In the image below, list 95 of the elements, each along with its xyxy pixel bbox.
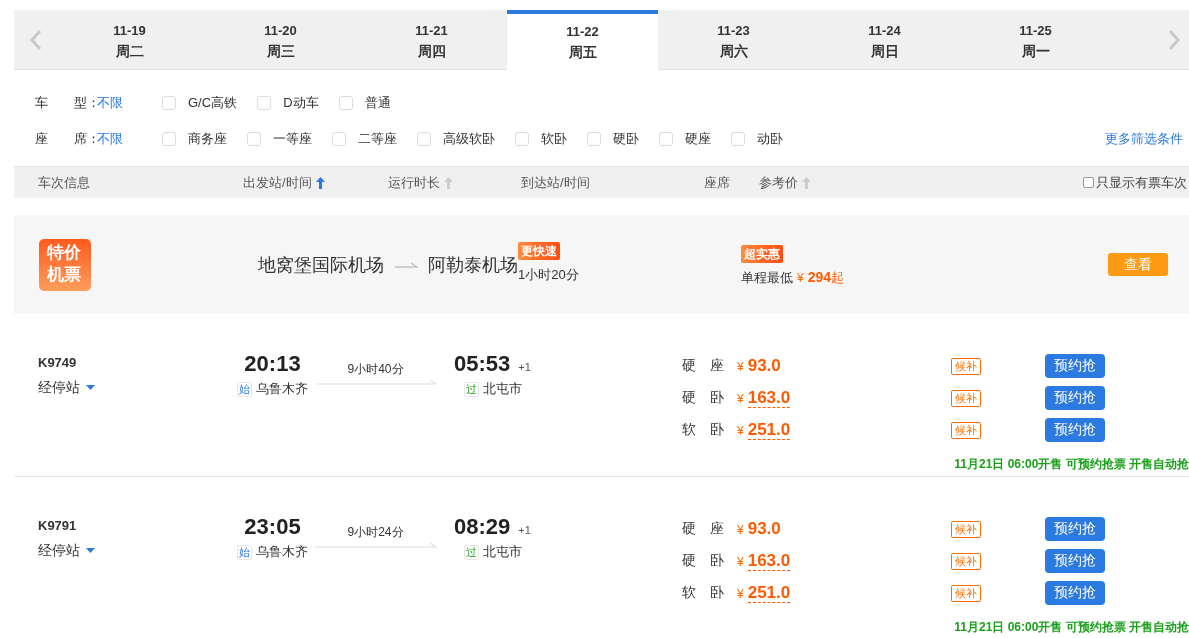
reserve-button[interactable]: 预约抢 bbox=[1045, 549, 1105, 573]
seat-type: 硬 卧 bbox=[682, 552, 725, 570]
price: 294 bbox=[807, 268, 832, 285]
date-tab[interactable]: 11-21 周四 bbox=[356, 10, 507, 69]
filter-label: 座 席： bbox=[35, 130, 97, 148]
price-label: 单程最低 bbox=[741, 268, 793, 287]
column-header[interactable]: 出发站/时间 bbox=[243, 173, 312, 192]
date-tab[interactable]: 11-20 周三 bbox=[205, 10, 356, 69]
departure-time: 20:13 bbox=[244, 350, 301, 378]
filter-value-link[interactable]: 不限 bbox=[97, 130, 162, 148]
seat-price[interactable]: 251.0 bbox=[747, 583, 791, 603]
sale-note: 11月21日 06:00开售 可预约抢票 开售自动抢 bbox=[954, 456, 1189, 472]
caret-icon bbox=[86, 384, 95, 390]
option-label: 高级软卧 bbox=[443, 130, 495, 148]
waitlist-tag: 候补 bbox=[951, 552, 981, 570]
reserve-button[interactable]: 预约抢 bbox=[1045, 354, 1105, 378]
option-label: G/C高铁 bbox=[188, 94, 238, 112]
option-label: 硬座 bbox=[685, 130, 711, 148]
more-filters-link[interactable]: 更多筛选条件 bbox=[1105, 130, 1183, 148]
column-header[interactable]: 运行时长 bbox=[388, 173, 440, 192]
currency-sign: ¥ bbox=[737, 523, 744, 537]
airport-name: 阿勒泰机场 bbox=[428, 253, 518, 277]
train-number: K9791 bbox=[38, 517, 78, 535]
option-label: 动卧 bbox=[757, 130, 783, 148]
reserve-button[interactable]: 预约抢 bbox=[1045, 581, 1105, 605]
departure-time: 23:05 bbox=[244, 513, 301, 541]
sale-note: 11月21日 06:00开售 可预约抢票 开售自动抢 bbox=[954, 619, 1189, 635]
arrival-time: 08:29 bbox=[454, 513, 511, 541]
date-tab[interactable]: 11-22 周五 bbox=[507, 10, 658, 71]
station-marker: 过 bbox=[464, 381, 479, 397]
column-header: 到达站/时间 bbox=[521, 173, 590, 192]
station-marker: 过 bbox=[464, 544, 479, 560]
tag: 更快速 bbox=[518, 241, 560, 260]
reserve-button[interactable]: 预约抢 bbox=[1045, 386, 1105, 410]
seat-price: 93.0 bbox=[747, 356, 781, 376]
price-suffix: 起 bbox=[831, 268, 845, 287]
seat-price[interactable]: 163.0 bbox=[747, 551, 791, 571]
day-offset: +1 bbox=[518, 524, 531, 536]
currency-sign: ¥ bbox=[737, 586, 744, 601]
option-label: 软卧 bbox=[541, 130, 567, 148]
seat-type: 硬 卧 bbox=[682, 389, 725, 407]
reserve-button[interactable]: 预约抢 bbox=[1045, 517, 1105, 541]
currency-sign: ¥ bbox=[737, 423, 744, 438]
seat-price[interactable]: 163.0 bbox=[747, 388, 791, 408]
seat-price[interactable]: 251.0 bbox=[747, 420, 791, 440]
currency-sign: ¥ bbox=[797, 270, 804, 285]
station-name: 乌鲁木齐 bbox=[256, 543, 308, 561]
option-label: 商务座 bbox=[188, 130, 227, 148]
date-tab[interactable]: 11-19 周二 bbox=[54, 10, 205, 69]
currency-sign: ¥ bbox=[737, 391, 744, 406]
column-header: 座席 bbox=[704, 173, 730, 192]
column-header: 车次信息 bbox=[38, 173, 90, 192]
filter-label: 车 型： bbox=[35, 94, 97, 112]
checkbox[interactable] bbox=[1083, 177, 1094, 188]
waitlist-tag: 候补 bbox=[951, 584, 981, 602]
promo-badge: 特价机票 bbox=[39, 238, 91, 291]
day-offset: +1 bbox=[518, 361, 531, 373]
option-label: 二等座 bbox=[358, 130, 397, 148]
currency-sign: ¥ bbox=[737, 554, 744, 569]
caret-icon bbox=[86, 547, 95, 553]
reserve-button[interactable]: 预约抢 bbox=[1045, 418, 1105, 442]
seat-type: 硬 座 bbox=[682, 520, 725, 538]
stops-link[interactable]: 经停站 bbox=[38, 539, 80, 561]
arrival-time: 05:53 bbox=[454, 350, 511, 378]
travel-duration: 9小时24分 bbox=[347, 525, 404, 539]
waitlist-tag: 候补 bbox=[951, 357, 981, 375]
column-header[interactable]: 参考价 bbox=[759, 173, 798, 192]
train-number: K9749 bbox=[38, 354, 78, 372]
seat-type: 软 卧 bbox=[682, 584, 725, 602]
stops-link[interactable]: 经停站 bbox=[38, 376, 80, 398]
seat-type: 硬 座 bbox=[682, 357, 725, 375]
seat-price: 93.0 bbox=[747, 519, 781, 539]
option-label: 一等座 bbox=[273, 130, 312, 148]
checkbox-label: 只显示有票车次 bbox=[1096, 173, 1187, 192]
currency-sign: ¥ bbox=[737, 360, 744, 374]
station-marker: 始 bbox=[237, 544, 252, 560]
station-name: 北屯市 bbox=[483, 380, 522, 398]
option-label: 硬卧 bbox=[613, 130, 639, 148]
station-name: 乌鲁木齐 bbox=[256, 380, 308, 398]
travel-duration: 9小时40分 bbox=[347, 362, 404, 376]
station-marker: 始 bbox=[237, 381, 252, 397]
airport-name: 地窝堡国际机场 bbox=[258, 253, 384, 277]
option-label: D动车 bbox=[283, 94, 319, 112]
tag: 超实惠 bbox=[741, 244, 783, 263]
date-tab[interactable]: 11-25 周一 bbox=[960, 10, 1111, 69]
waitlist-tag: 候补 bbox=[951, 520, 981, 538]
waitlist-tag: 候补 bbox=[951, 389, 981, 407]
option-label: 普通 bbox=[364, 94, 391, 112]
date-tab[interactable]: 11-24 周日 bbox=[809, 10, 960, 69]
waitlist-tag: 候补 bbox=[951, 421, 981, 439]
station-name: 北屯市 bbox=[483, 543, 522, 561]
flight-duration: 1小时20分 bbox=[518, 265, 579, 284]
seat-type: 软 卧 bbox=[682, 421, 725, 439]
date-tab[interactable]: 11-23 周六 bbox=[658, 10, 809, 69]
filter-value-link[interactable]: 不限 bbox=[97, 94, 162, 112]
